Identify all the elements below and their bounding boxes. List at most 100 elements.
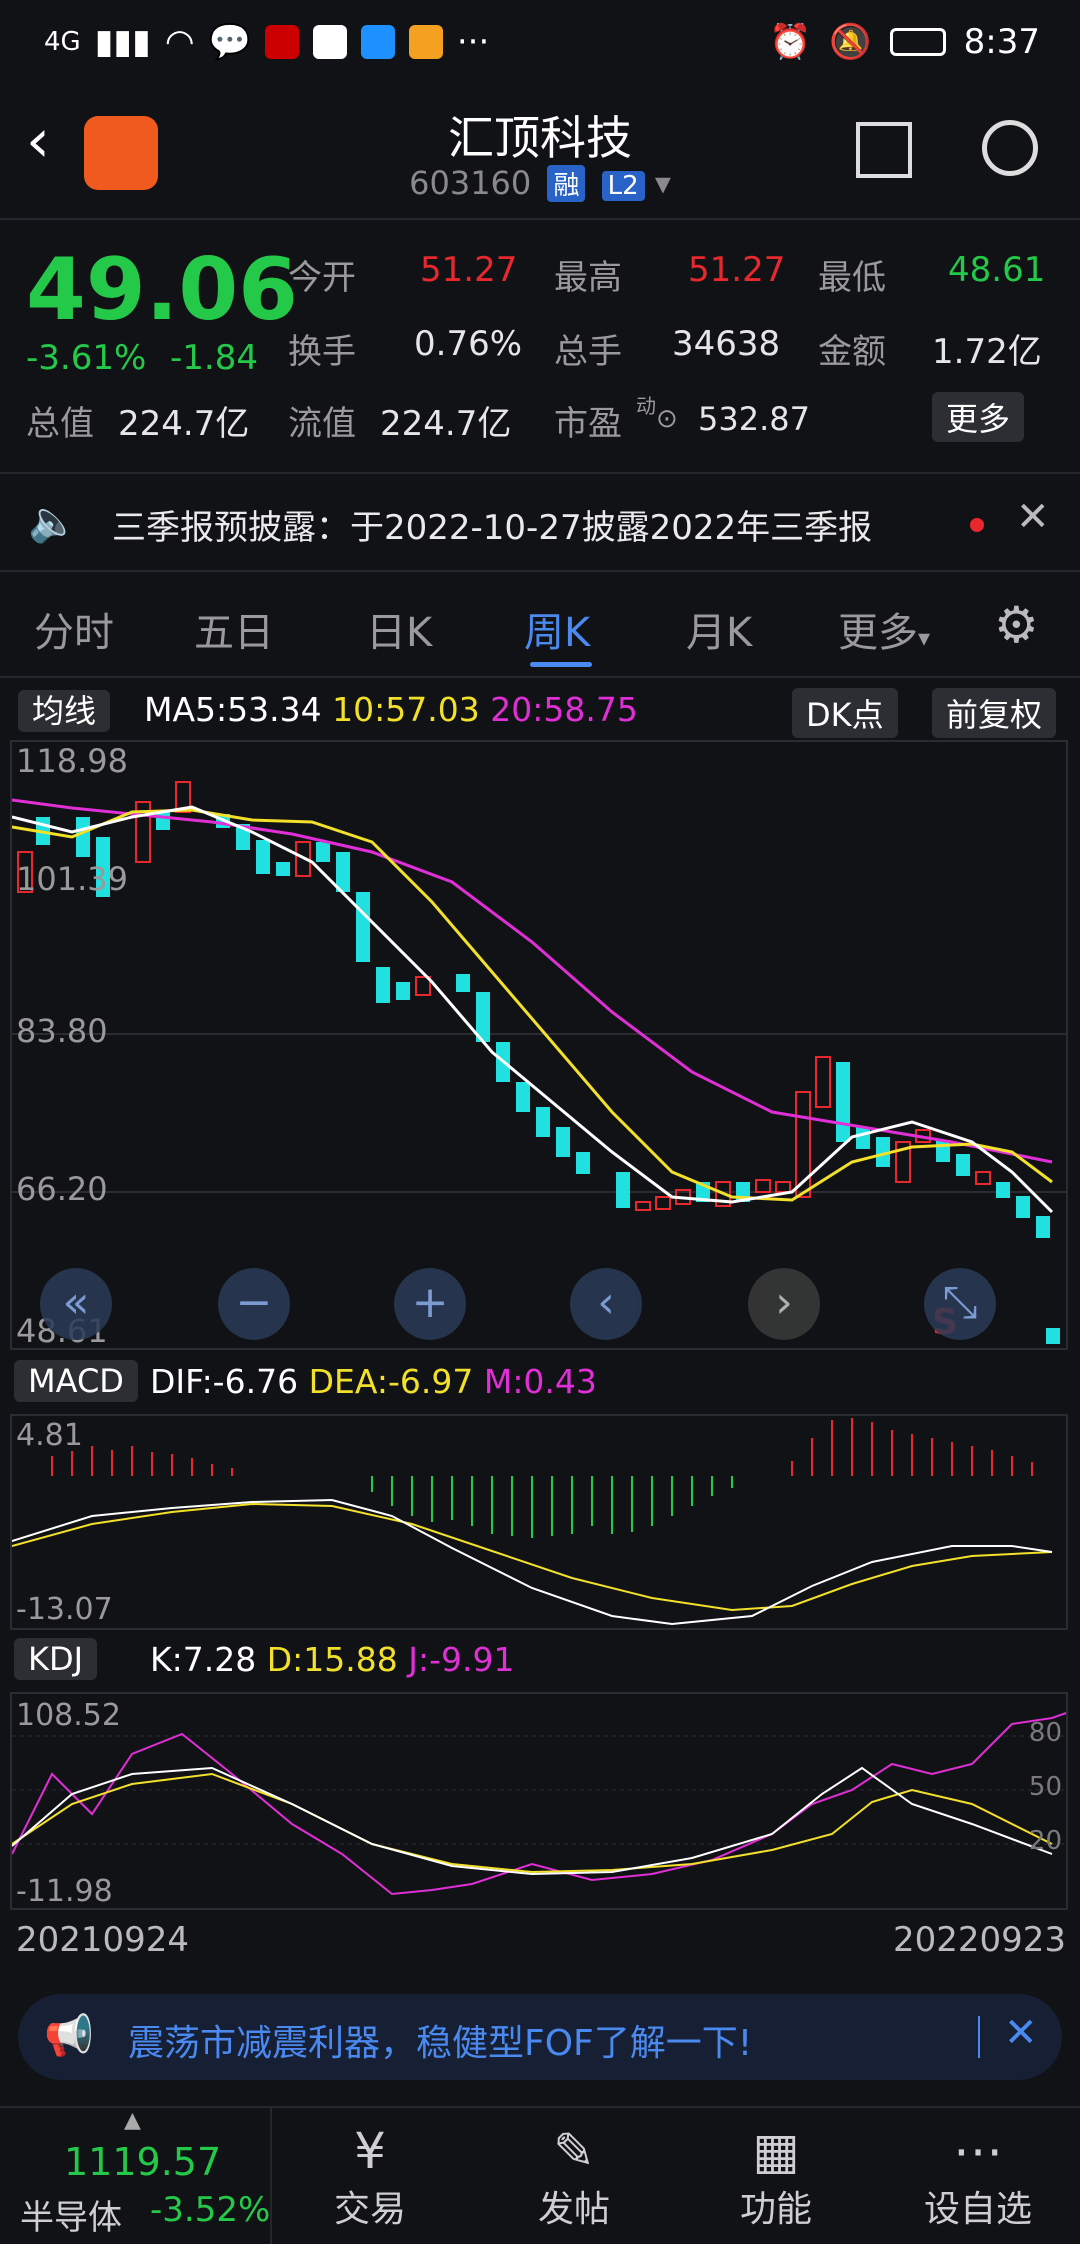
open-value: 51.27 — [420, 250, 518, 290]
active-tab-indicator — [530, 662, 592, 667]
chevron-down-icon: ▾ — [918, 624, 931, 652]
ma5-value: MA5:53.34 — [144, 690, 322, 729]
fullscreen-icon[interactable]: ⤡ — [924, 1268, 996, 1340]
ma-legend: MA5:53.34 10:57.03 20:58.75 — [144, 690, 638, 729]
candle — [1046, 1328, 1060, 1344]
tab-weekly-k[interactable]: 周K — [524, 600, 590, 658]
share-icon[interactable] — [856, 122, 912, 178]
post-nav-item[interactable]: ✎ 发帖 — [474, 2122, 674, 2232]
amount-label: 金额 — [818, 332, 886, 372]
macd-max-label: 4.81 — [16, 1418, 83, 1453]
grid-icon: ▦ — [752, 2122, 800, 2180]
zoom-in-icon[interactable]: + — [394, 1268, 466, 1340]
kdj-selector[interactable]: KDJ — [14, 1638, 98, 1680]
dk-point-button[interactable]: DK点 — [792, 688, 898, 738]
tab-monthly-k[interactable]: 月K — [686, 600, 752, 658]
post-label: 发帖 — [537, 2189, 610, 2230]
candle — [156, 812, 170, 830]
level2-tag: L2 — [601, 171, 645, 201]
candle — [536, 1107, 550, 1137]
tab-five-day[interactable]: 五日 — [194, 600, 274, 658]
candle — [815, 1056, 831, 1108]
kline-chart[interactable]: 118.98 101.39 83.80 66.20 48.61 S — [10, 740, 1068, 1350]
watchlist-label: 设自选 — [923, 2189, 1032, 2230]
watchlist-nav-item[interactable]: ⋯ 设自选 — [878, 2122, 1078, 2232]
candle — [635, 1201, 651, 1211]
close-icon[interactable]: ✕ — [1004, 2010, 1038, 2056]
open-label: 今开 — [288, 258, 356, 298]
chevron-left-icon[interactable]: ‹ — [570, 1268, 642, 1340]
app-notification-icon — [408, 25, 443, 59]
kdj-level-50: 50 — [1028, 1772, 1062, 1802]
pe-value: 532.87 — [698, 400, 810, 438]
d-line — [11, 1772, 1053, 1874]
tab-intraday[interactable]: 分时 — [34, 600, 114, 658]
info-icon[interactable]: ⊙ — [656, 404, 678, 434]
speaker-icon: 🔈 — [28, 499, 78, 545]
macd-selector[interactable]: MACD — [14, 1360, 138, 1402]
candle — [1016, 1196, 1030, 1218]
candle — [576, 1152, 590, 1174]
candle — [616, 1172, 630, 1208]
more-button[interactable]: 更多 — [932, 392, 1025, 442]
indicator-selector[interactable]: 均线 — [18, 686, 111, 732]
tab-daily-k[interactable]: 日K — [366, 600, 432, 658]
tab-more[interactable]: 更多▾ — [838, 600, 930, 658]
wechat-icon: 💬 — [208, 22, 251, 62]
end-date: 20220923 — [892, 1920, 1066, 1960]
divider — [978, 2016, 980, 2058]
candle — [316, 842, 330, 862]
adjust-button[interactable]: 前复权 — [932, 688, 1057, 738]
high-value: 51.27 — [688, 250, 786, 290]
index-value[interactable]: 1119.57 — [64, 2140, 221, 2184]
settings-icon[interactable]: ⚙ — [994, 596, 1039, 654]
app-notification-icon — [264, 25, 299, 59]
search-icon[interactable] — [982, 120, 1038, 176]
candles — [17, 781, 1060, 1344]
ma10-value: 10:57.03 — [332, 690, 480, 729]
candle — [975, 1171, 991, 1185]
chevron-right-icon[interactable]: › — [748, 1268, 820, 1340]
amount-value: 1.72亿 — [932, 332, 1042, 372]
divider — [0, 676, 1080, 678]
k-line — [11, 1766, 1053, 1876]
candle — [655, 1196, 671, 1210]
candle — [1036, 1216, 1050, 1238]
notice-banner[interactable]: 🔈 三季报预披露：于2022-10-27披露2022年三季报 ✕ — [0, 472, 1080, 572]
more-notifications-icon: ··· — [456, 22, 490, 62]
close-icon[interactable]: ✕ — [1016, 494, 1050, 540]
signal-icon: 4G — [44, 27, 81, 57]
zoom-out-icon[interactable]: − — [218, 1268, 290, 1340]
tab-more-label: 更多 — [838, 610, 918, 656]
megaphone-icon: 📢 — [44, 2013, 94, 2059]
kdj-max-label: 108.52 — [16, 1698, 121, 1733]
volume-value: 34638 — [672, 324, 781, 364]
yen-icon: ¥ — [354, 2122, 386, 2180]
trade-nav-item[interactable]: ¥ 交易 — [270, 2122, 470, 2232]
index-change: -3.52% — [150, 2190, 271, 2230]
y-label-max: 118.98 — [16, 742, 128, 780]
current-price: 49.06 — [26, 240, 299, 340]
change-pct: -3.61% — [26, 338, 147, 378]
index-name[interactable]: 半导体 — [20, 2190, 122, 2239]
macd-chart[interactable]: 4.81 -13.07 — [10, 1414, 1068, 1630]
candle — [396, 982, 410, 1000]
kdj-chart[interactable]: 108.52 -11.98 80 50 20 — [10, 1692, 1080, 1910]
float-label: 流值 — [288, 404, 356, 444]
ad-banner[interactable]: 📢 震荡市减震利器，稳健型FOF了解一下! ✕ — [18, 1994, 1062, 2080]
j-line — [11, 1707, 1080, 1896]
k-value: K:7.28 — [150, 1640, 257, 1679]
period-tabs: 分时 五日 日K 周K 月K 更多▾ ⚙ — [0, 590, 1080, 678]
quote-panel: 49.06 -3.61% -1.84 今开 51.27 最高 51.27 最低 … — [0, 220, 1080, 470]
app-notification-icon — [360, 25, 395, 59]
candle — [356, 892, 370, 962]
chevron-down-icon[interactable]: ▾ — [655, 164, 671, 202]
stock-code: 603160 — [409, 164, 532, 202]
kdj-level-20: 20 — [1028, 1826, 1062, 1856]
rewind-icon[interactable]: « — [40, 1268, 112, 1340]
candle — [936, 1140, 950, 1162]
candle — [775, 1181, 791, 1193]
macd-min-label: -13.07 — [16, 1592, 113, 1627]
dea-value: DEA:-6.97 — [308, 1362, 474, 1401]
functions-nav-item[interactable]: ▦ 功能 — [676, 2122, 876, 2232]
